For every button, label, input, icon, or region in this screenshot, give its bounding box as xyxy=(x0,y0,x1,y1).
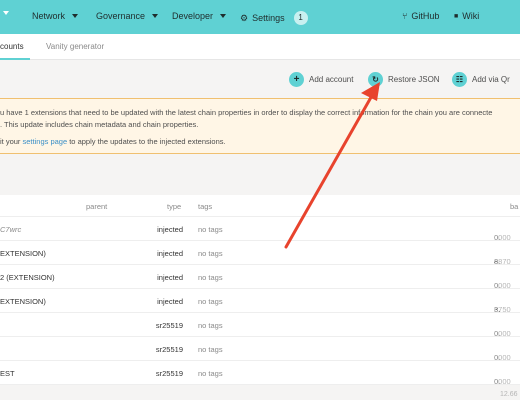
nav-developer[interactable]: Developer xyxy=(172,11,227,21)
account-name: 2 (EXTENSION) xyxy=(0,273,55,282)
table-row[interactable]: 2 (EXTENSION) injected no tags 0. 0000 xyxy=(0,265,520,290)
settings-page-link[interactable]: settings page xyxy=(23,137,68,146)
book-icon: ■ xyxy=(454,12,459,20)
active-tab-indicator xyxy=(0,58,30,60)
restore-json-button[interactable]: ↻ Restore JSON xyxy=(368,72,440,87)
table-row[interactable]: sr25519 no tags 0. 0000 xyxy=(0,313,520,338)
nav-network-label: Network xyxy=(32,11,66,21)
account-tags: no tags xyxy=(198,345,223,354)
github-icon: ⑂ xyxy=(402,11,408,21)
column-header-parent: parent xyxy=(86,202,108,211)
plus-icon: + xyxy=(289,72,304,87)
table-header: parent type tags ba xyxy=(0,195,520,217)
nav-governance[interactable]: Governance xyxy=(96,11,159,21)
account-type: sr25519 xyxy=(155,345,183,354)
add-via-qr-label: Add via Qr xyxy=(472,75,510,84)
account-type: sr25519 xyxy=(155,321,183,330)
warning-line-2: . This update includes chain metadata an… xyxy=(0,120,199,129)
account-type: sr25519 xyxy=(155,369,183,378)
tab-vanity-generator[interactable]: Vanity generator xyxy=(46,42,104,51)
warning-line-3-suffix: to apply the updates to the injected ext… xyxy=(67,137,226,146)
table-row[interactable]: EST sr25519 no tags 0. 0000 xyxy=(0,361,520,386)
table-row[interactable]: C7wrc injected no tags 0. 0000 xyxy=(0,217,520,242)
qr-code-icon: ☷ xyxy=(452,72,467,87)
sub-navigation: counts Vanity generator xyxy=(0,34,520,60)
column-header-type: type xyxy=(167,202,182,211)
account-type: injected xyxy=(157,225,183,234)
warning-line-3: it your settings page to apply the updat… xyxy=(0,137,226,146)
account-type: injected xyxy=(157,297,183,306)
add-via-qr-button[interactable]: ☷ Add via Qr xyxy=(452,72,510,87)
table-row[interactable]: EXTENSION) injected no tags 3. 6750 xyxy=(0,289,520,314)
account-tags: no tags xyxy=(198,369,223,378)
account-name: EXTENSION) xyxy=(0,297,46,306)
account-name: EXTENSION) xyxy=(0,249,46,258)
add-account-button[interactable]: + Add account xyxy=(289,72,353,87)
nav-wiki-label: Wiki xyxy=(462,11,480,21)
account-address: C7wrc xyxy=(0,225,22,234)
refresh-icon: ↻ xyxy=(368,72,383,87)
warning-line-1: u have 1 extensions that need to be upda… xyxy=(0,108,493,117)
column-header-balance: ba xyxy=(510,202,519,211)
nav-governance-label: Governance xyxy=(96,11,146,21)
chevron-down-icon xyxy=(72,14,79,18)
account-type: injected xyxy=(157,249,183,258)
tab-accounts[interactable]: counts xyxy=(0,42,24,51)
account-name: EST xyxy=(0,369,15,378)
column-header-tags: tags xyxy=(198,202,213,211)
nav-developer-label: Developer xyxy=(172,11,214,21)
account-tags: no tags xyxy=(198,249,223,258)
nav-github[interactable]: ⑂ GitHub xyxy=(402,11,439,21)
account-type: injected xyxy=(157,273,183,282)
nav-settings[interactable]: ⚙︎ Settings 1 xyxy=(240,11,308,25)
accounts-table: parent type tags ba C7wrc injected no ta… xyxy=(0,165,520,400)
nav-github-label: GitHub xyxy=(411,11,440,21)
account-tags: no tags xyxy=(198,225,223,234)
account-tags: no tags xyxy=(198,321,223,330)
account-tags: no tags xyxy=(198,297,223,306)
balance-total-value: 12.66 xyxy=(500,391,518,398)
restore-json-label: Restore JSON xyxy=(388,75,440,84)
table-row[interactable]: EXTENSION) injected no tags 8. 9870 xyxy=(0,241,520,266)
account-tags: no tags xyxy=(198,273,223,282)
chevron-down-icon xyxy=(220,14,227,18)
balance-total: 12.66 xyxy=(0,391,520,400)
top-navigation-bar: Network Governance Developer ⚙︎ Settings… xyxy=(0,0,520,34)
gear-icon: ⚙︎ xyxy=(240,12,249,23)
nav-wiki[interactable]: ■ Wiki xyxy=(454,11,479,21)
menu-dropdown[interactable] xyxy=(0,11,9,15)
settings-badge: 1 xyxy=(293,11,308,25)
extension-update-warning: u have 1 extensions that need to be upda… xyxy=(0,98,520,154)
chevron-down-icon xyxy=(152,14,159,18)
account-actions: + Add account ↻ Restore JSON ☷ Add via Q… xyxy=(0,72,520,90)
balance-fraction: 0000 xyxy=(494,377,511,386)
nav-network[interactable]: Network xyxy=(32,11,79,21)
add-account-label: Add account xyxy=(309,75,354,84)
table-row[interactable]: sr25519 no tags 0. 0000 xyxy=(0,337,520,362)
nav-settings-label: Settings xyxy=(252,13,285,23)
warning-line-3-prefix: it your xyxy=(0,137,23,146)
chevron-down-icon xyxy=(3,11,9,15)
